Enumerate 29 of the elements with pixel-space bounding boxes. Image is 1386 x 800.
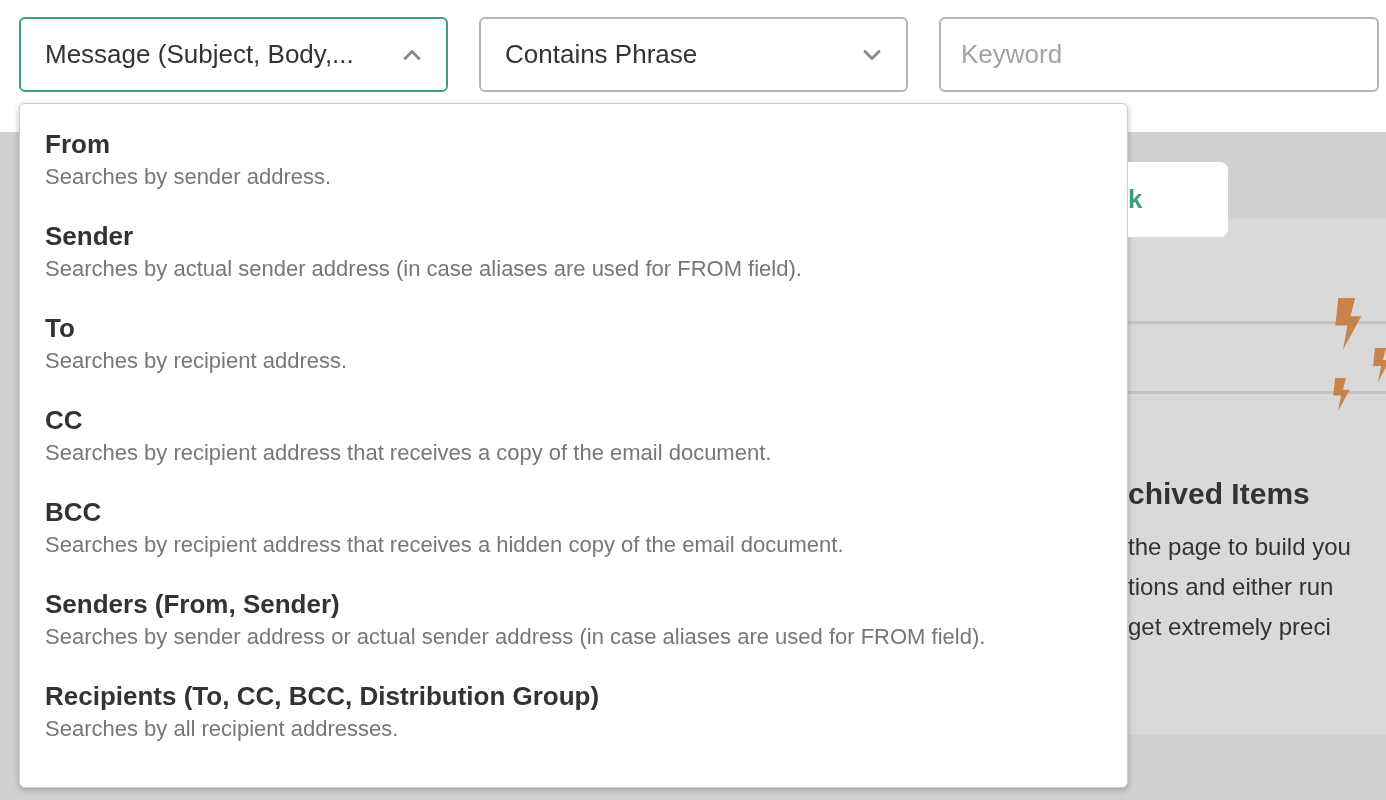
body-text: tions and either run bbox=[1128, 572, 1335, 602]
dropdown-option[interactable]: BCC Searches by recipient address that receives a hidden copy of the email document. bbox=[45, 494, 1127, 560]
dropdown-option[interactable]: To Searches by recipient address. bbox=[45, 310, 1127, 376]
option-description: Searches by recipient address that receives a hidden copy of the email document. bbox=[45, 531, 845, 559]
option-description: Searches by all recipient addresses. bbox=[45, 715, 400, 743]
dropdown-option[interactable]: From Searches by sender address. bbox=[45, 126, 1127, 192]
option-title: CC bbox=[45, 404, 84, 437]
option-description: Searches by recipient address. bbox=[45, 347, 349, 375]
option-title: Senders (From, Sender) bbox=[45, 588, 341, 621]
option-description: Searches by sender address. bbox=[45, 163, 333, 191]
option-description: Searches by actual sender address (in case aliases are used for FROM field). bbox=[45, 255, 803, 283]
lightning-icon bbox=[1331, 378, 1351, 411]
section-heading: chived Items bbox=[1128, 476, 1311, 512]
option-description: Searches by recipient address that receives a copy of the email document. bbox=[45, 439, 773, 467]
body-text: get extremely preci bbox=[1128, 612, 1332, 642]
dropdown-select[interactable]: Contains Phrase bbox=[479, 17, 908, 92]
option-title: Sender bbox=[45, 220, 135, 253]
option-title: BCC bbox=[45, 496, 103, 529]
dropdown-option[interactable]: Senders (From, Sender) Searches by sender address or actual sender address (in case aliases are used for FROM field). bbox=[45, 586, 1127, 652]
option-title: From bbox=[45, 128, 111, 161]
dropdown-option[interactable]: Recipients (To, CC, BCC, Distribution Group) Searches by all recipient addresses. bbox=[45, 678, 1127, 744]
dropdown-select[interactable]: Message (Subject, Body,... bbox=[19, 17, 448, 92]
dropdown-option[interactable]: Sender Searches by actual sender address (in case aliases are used for FROM field). bbox=[45, 218, 1127, 284]
option-description: Searches by sender address or actual sender address (in case aliases are used for FROM field). bbox=[45, 623, 987, 651]
keyword-field[interactable]: Keyword bbox=[939, 17, 1379, 92]
dropdown-option[interactable]: CC Searches by recipient address that receives a copy of the email document. bbox=[45, 402, 1127, 468]
option-title: Recipients (To, CC, BCC, Distribution Group) bbox=[45, 680, 601, 713]
body-text: the page to build you bbox=[1128, 532, 1352, 562]
option-title: To bbox=[45, 312, 76, 345]
